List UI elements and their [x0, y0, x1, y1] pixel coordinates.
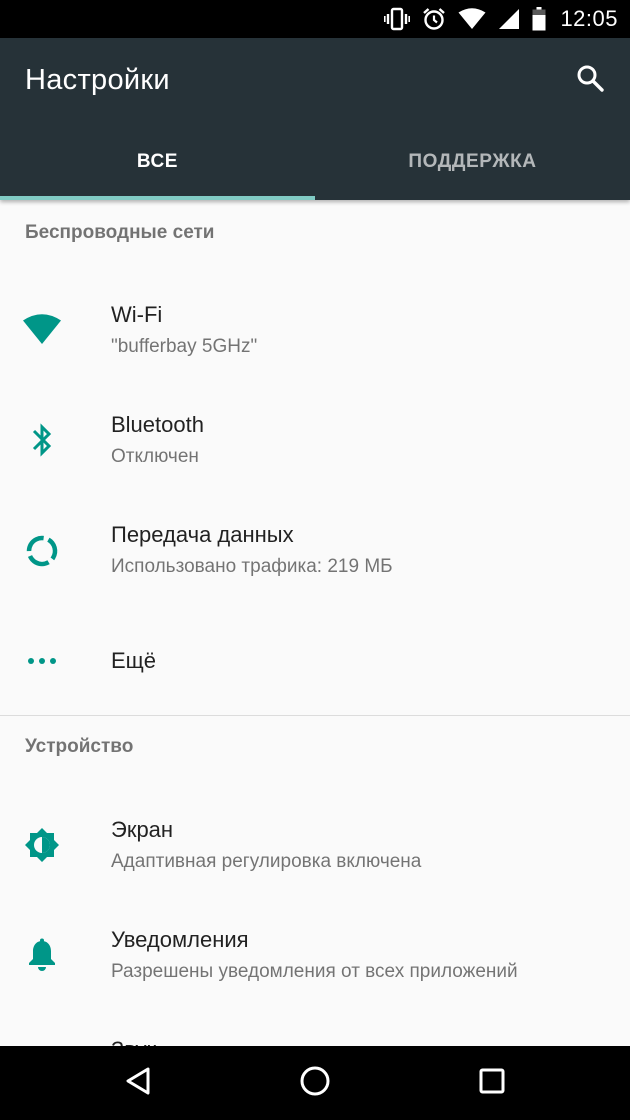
recents-button[interactable] — [465, 1056, 519, 1110]
tab-support-label: ПОДДЕРЖКА — [408, 151, 537, 172]
wifi-icon — [458, 8, 486, 30]
signal-icon — [498, 8, 520, 30]
setting-item-notifications[interactable]: Уведомления Разрешены уведомления от все… — [0, 898, 630, 1008]
search-icon — [575, 63, 605, 98]
search-button[interactable] — [568, 58, 612, 102]
home-button[interactable] — [288, 1056, 342, 1110]
app-toolbar: Настройки ВСЕ ПОДДЕРЖКА — [0, 38, 630, 200]
tab-bar: ВСЕ ПОДДЕРЖКА — [0, 124, 630, 200]
setting-item-bluetooth[interactable]: Bluetooth Отключен — [0, 383, 630, 493]
setting-title: Экран — [111, 817, 174, 842]
setting-title: Уведомления — [111, 927, 249, 952]
tab-support[interactable]: ПОДДЕРЖКА — [315, 124, 630, 200]
setting-subtitle: "bufferbay 5GHz" — [111, 336, 258, 357]
alarm-icon — [422, 7, 446, 31]
bluetooth-icon — [20, 418, 64, 462]
section-header-device: Устройство — [25, 736, 134, 757]
battery-icon — [532, 7, 546, 31]
wifi-icon — [20, 307, 64, 351]
setting-title: Передача данных — [111, 522, 294, 547]
setting-title: Wi-Fi — [111, 302, 163, 327]
brightness-icon — [20, 823, 64, 867]
status-time: 12:05 — [560, 6, 618, 31]
setting-item-sound[interactable]: Звук — [0, 1008, 630, 1046]
status-bar: 12:05 — [0, 0, 630, 38]
data-usage-icon — [20, 529, 64, 573]
setting-item-data-usage[interactable]: Передача данных Использовано трафика: 21… — [0, 493, 630, 603]
setting-subtitle: Использовано трафика: 219 МБ — [111, 556, 393, 577]
section-header-wireless: Беспроводные сети — [25, 222, 215, 243]
recents-icon — [478, 1067, 506, 1100]
page-title: Настройки — [25, 64, 170, 96]
tab-all-label: ВСЕ — [136, 151, 179, 172]
settings-list[interactable]: Беспроводные сети Wi-Fi "bufferbay 5GHz"… — [0, 200, 630, 1046]
setting-title: Bluetooth — [111, 412, 204, 437]
setting-subtitle: Отключен — [111, 446, 199, 467]
back-icon — [124, 1066, 152, 1101]
setting-title: Звук — [111, 1037, 156, 1046]
setting-item-more[interactable]: Ещё — [0, 603, 630, 713]
setting-item-wifi[interactable]: Wi-Fi "bufferbay 5GHz" — [0, 273, 630, 383]
notifications-icon — [20, 933, 64, 977]
setting-title: Ещё — [111, 648, 157, 673]
setting-item-display[interactable]: Экран Адаптивная регулировка включена — [0, 788, 630, 898]
tab-all[interactable]: ВСЕ — [0, 124, 315, 200]
setting-subtitle: Адаптивная регулировка включена — [111, 851, 422, 872]
vibrate-icon — [384, 7, 411, 31]
back-button[interactable] — [111, 1056, 165, 1110]
home-icon — [299, 1065, 331, 1102]
more-horiz-icon — [20, 639, 64, 683]
navigation-bar — [0, 1046, 630, 1120]
section-divider — [0, 715, 630, 716]
setting-subtitle: Разрешены уведомления от всех приложений — [111, 961, 518, 982]
